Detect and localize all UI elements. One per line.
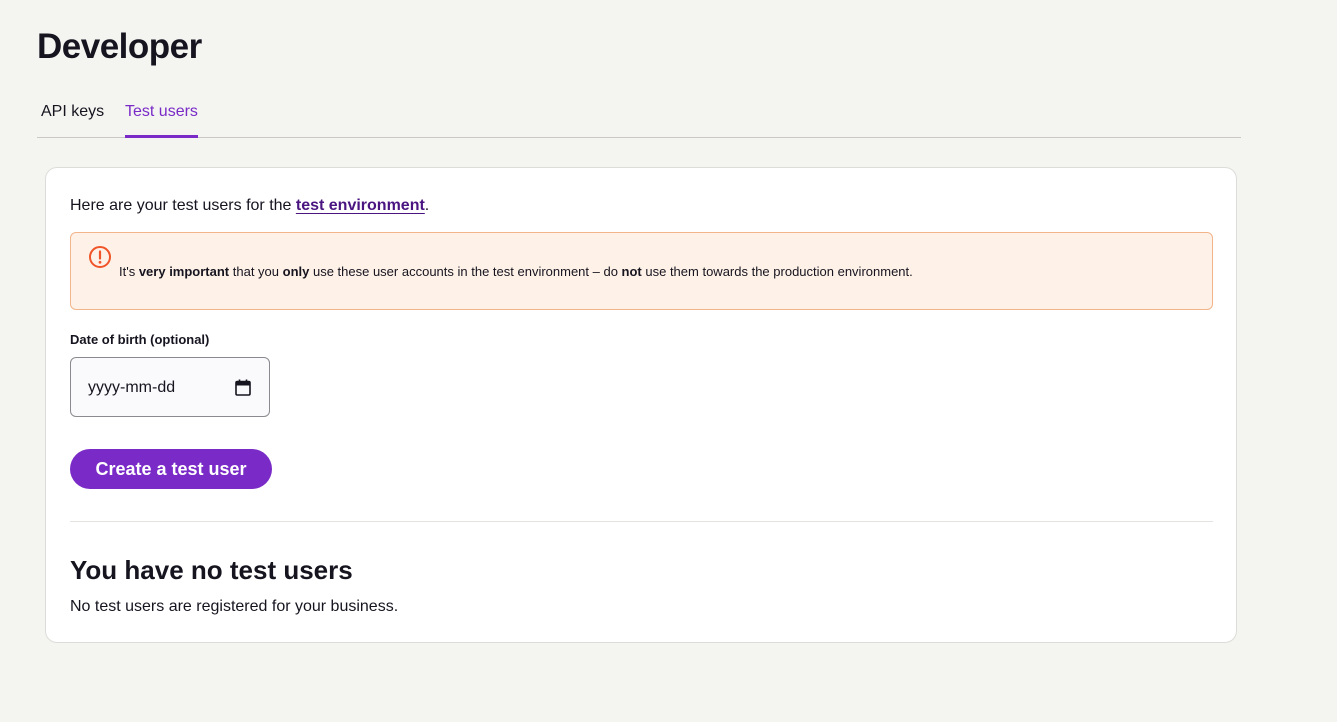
intro-prefix: Here are your test users for the: [70, 197, 296, 214]
empty-state-description: No test users are registered for your bu…: [70, 598, 399, 615]
dob-label: Date of birth (optional): [70, 332, 210, 347]
warning-banner: It's very important that you only use th…: [70, 232, 1213, 310]
warning-part: use these user accounts in the test envi…: [309, 264, 622, 279]
exclamation-circle-icon: [89, 246, 111, 268]
warning-part: It's: [119, 264, 139, 279]
tab-api-keys[interactable]: API keys: [41, 92, 104, 138]
warning-part-bold: not: [621, 264, 642, 279]
warning-part-bold: very important: [138, 264, 230, 279]
warning-part: use them towards the production environm…: [641, 264, 913, 279]
empty-state-title: You have no test users: [70, 555, 353, 585]
dob-placeholder: yyyy-mm-dd: [88, 379, 176, 396]
intro-text: Here are your test users for the test en…: [70, 196, 429, 216]
tab-test-users[interactable]: Test users: [125, 92, 198, 138]
test-environment-link[interactable]: test environment: [296, 197, 425, 214]
intro-suffix: .: [424, 197, 430, 214]
page-title: Developer: [37, 27, 202, 66]
warning-part: that you: [229, 264, 283, 279]
section-divider: [70, 521, 1213, 522]
warning-text: It's very important that you only use th…: [119, 264, 913, 280]
warning-part-bold: only: [282, 264, 310, 279]
create-test-user-button[interactable]: Create a test user: [70, 449, 272, 489]
test-users-card: Here are your test users for the test en…: [45, 167, 1237, 643]
calendar-icon[interactable]: [235, 379, 251, 396]
tab-bar: API keys Test users: [37, 92, 1241, 138]
dob-date-input[interactable]: yyyy-mm-dd: [70, 357, 270, 417]
